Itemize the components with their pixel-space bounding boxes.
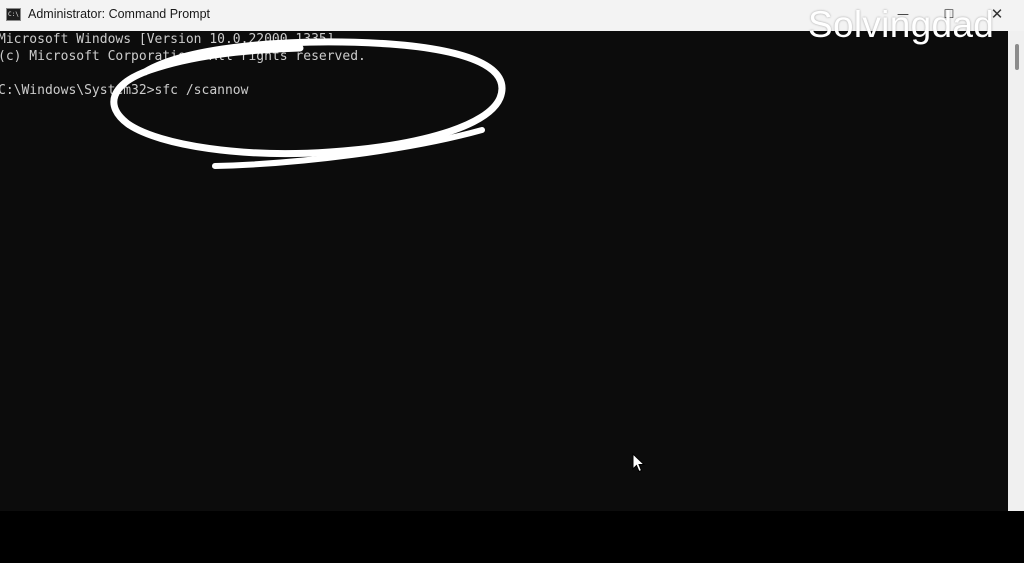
mouse-pointer-icon [632, 453, 646, 473]
command-prompt-window: C:\ Administrator: Command Prompt — ☐ ✕ … [0, 0, 1024, 511]
window-title: Administrator: Command Prompt [28, 7, 211, 21]
cmd-app-icon[interactable]: C:\ [6, 8, 21, 21]
console-line-copyright: (c) Microsoft Corporation. All rights re… [0, 49, 366, 64]
vertical-scrollbar[interactable] [1008, 31, 1024, 511]
console-line-version: Microsoft Windows [Version 10.0.22000.13… [0, 32, 335, 47]
console-output[interactable]: Microsoft Windows [Version 10.0.22000.13… [0, 31, 1008, 511]
console-line-command: C:\Windows\System32>sfc /scannow [0, 83, 249, 98]
video-frame: C:\ Administrator: Command Prompt — ☐ ✕ … [0, 0, 1024, 563]
scrollbar-thumb[interactable] [1015, 44, 1019, 70]
watermark-text: Solvingdad [808, 4, 995, 45]
